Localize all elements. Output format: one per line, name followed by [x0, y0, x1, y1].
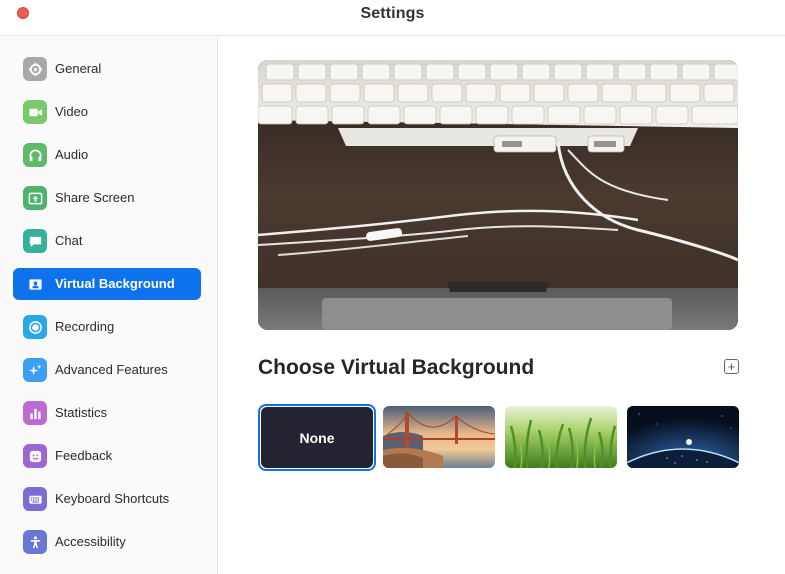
sidebar-item-label: Virtual Background: [55, 276, 175, 291]
title-bar: Settings: [0, 0, 785, 36]
sidebar-item-general[interactable]: General: [13, 53, 201, 85]
background-thumbnails: None: [258, 404, 743, 471]
background-golden-gate[interactable]: [383, 406, 495, 468]
sidebar-item-share-screen[interactable]: Share Screen: [13, 182, 201, 214]
sidebar-item-label: Audio: [55, 147, 89, 162]
background-none[interactable]: None: [261, 407, 373, 468]
virtual-background-panel: Choose Virtual Background + None: [219, 37, 785, 574]
smiley-icon: [23, 444, 47, 468]
sidebar-item-label: Feedback: [55, 448, 113, 463]
sidebar-item-chat[interactable]: Chat: [13, 225, 201, 257]
accessibility-icon: [23, 530, 47, 554]
sidebar-item-label: Accessibility: [55, 534, 126, 549]
add-background-button[interactable]: +: [724, 359, 739, 374]
sidebar-item-recording[interactable]: Recording: [13, 311, 201, 343]
video-camera-icon: [23, 100, 47, 124]
sidebar-item-label: Statistics: [55, 405, 108, 420]
bar-chart-icon: [23, 401, 47, 425]
chat-bubble-icon: [23, 229, 47, 253]
sidebar-item-keyboard-shortcuts[interactable]: Keyboard Shortcuts: [13, 483, 201, 515]
sidebar-item-label: Recording: [55, 319, 115, 334]
sidebar-item-label: Share Screen: [55, 190, 135, 205]
sidebar-item-video[interactable]: Video: [13, 96, 201, 128]
sidebar-item-audio[interactable]: Audio: [13, 139, 201, 171]
keyboard-icon: [23, 487, 47, 511]
sidebar-item-label: Keyboard Shortcuts: [55, 491, 170, 506]
sidebar-item-label: General: [55, 61, 102, 76]
background-earth[interactable]: [627, 406, 739, 468]
background-grass[interactable]: [505, 406, 617, 468]
share-screen-icon: [23, 186, 47, 210]
person-portrait-icon: [23, 272, 47, 296]
gear-icon: [23, 57, 47, 81]
sidebar-item-accessibility[interactable]: Accessibility: [13, 526, 201, 558]
sidebar-item-advanced-features[interactable]: Advanced Features: [13, 354, 201, 386]
sidebar-item-feedback[interactable]: Feedback: [13, 440, 201, 472]
window-title: Settings: [360, 5, 425, 22]
headphones-icon: [23, 143, 47, 167]
sidebar-item-statistics[interactable]: Statistics: [13, 397, 201, 429]
settings-sidebar: General Video Audio Share Screen Chat Vi…: [0, 37, 218, 574]
sparkles-icon: [23, 358, 47, 382]
sidebar-item-virtual-background[interactable]: Virtual Background: [13, 268, 201, 300]
sidebar-item-label: Video: [55, 104, 89, 119]
sidebar-item-label: Advanced Features: [55, 362, 168, 377]
sidebar-item-label: Chat: [55, 233, 83, 248]
camera-preview: [258, 60, 738, 330]
record-icon: [23, 315, 47, 339]
section-title: Choose Virtual Background: [258, 356, 535, 379]
